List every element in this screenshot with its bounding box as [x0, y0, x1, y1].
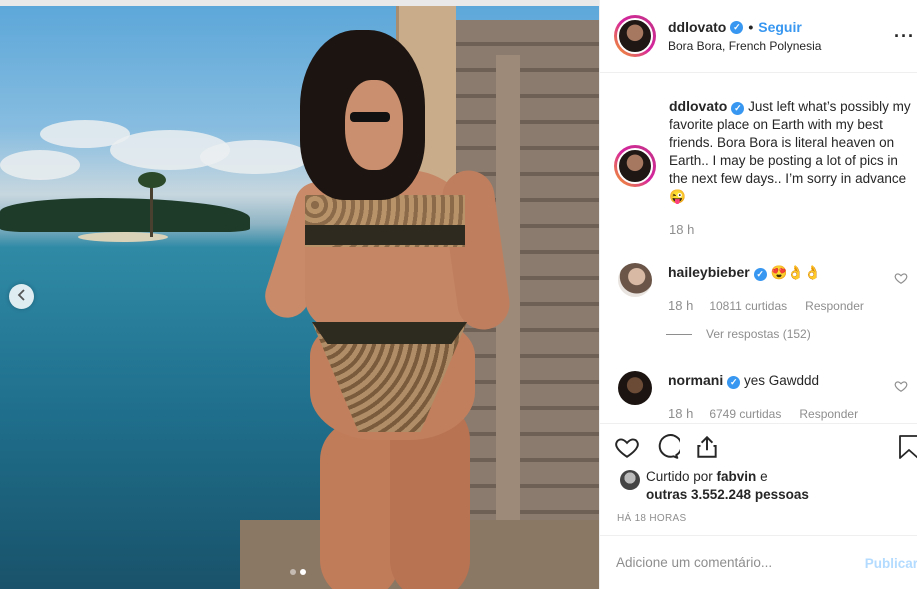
person-figure [259, 30, 530, 589]
post-caption: ddlovato ✓ Just left what’s possibly my f… [614, 97, 914, 237]
island [0, 198, 250, 232]
view-replies-label: Ver respostas (152) [706, 327, 811, 341]
comment-item: haileybieber ✓ 😍👌👌 18 h 10811 curtidas Re… [618, 263, 917, 313]
post-location[interactable]: Bora Bora, French Polynesia [668, 39, 821, 53]
comment-username[interactable]: normani [668, 372, 723, 388]
comment-likes[interactable]: 10811 curtidas [709, 299, 787, 313]
likes-summary[interactable]: Curtido por fabvin e outras 3.552.248 pe… [620, 468, 809, 504]
comment-text: 😍👌👌 [770, 265, 821, 280]
avatar [617, 148, 653, 184]
follow-button[interactable]: Seguir [758, 19, 802, 35]
reply-button[interactable]: Responder [805, 299, 864, 313]
carousel-dot-active [300, 569, 306, 575]
liked-by-prefix: Curtido por [646, 469, 717, 484]
post-header: ddlovato ✓ • Seguir Bora Bora, French Po… [600, 0, 917, 73]
avatar[interactable] [618, 263, 652, 297]
post-actions-area: Curtido por fabvin e outras 3.552.248 pe… [600, 423, 917, 535]
liked-by-middle: e [756, 469, 768, 484]
comment-time[interactable]: 18 h [668, 406, 693, 421]
swim-bottom-band [312, 322, 467, 344]
carousel-prev-button[interactable] [9, 284, 34, 309]
face [345, 80, 403, 170]
caption-time[interactable]: 18 h [669, 222, 914, 237]
post-timestamp[interactable]: HÁ 18 HORAS [617, 513, 686, 524]
bookmark-icon[interactable] [898, 434, 917, 463]
palm-tree-top [138, 172, 166, 188]
liked-by-others[interactable]: outras 3.552.248 pessoas [646, 487, 809, 502]
post-username[interactable]: ddlovato [668, 19, 726, 35]
heart-icon[interactable] [894, 379, 908, 393]
sunglasses [350, 112, 390, 122]
action-bar [614, 434, 720, 463]
palm-tree [150, 182, 153, 237]
liked-by-user[interactable]: fabvin [717, 469, 757, 484]
comment-likes[interactable]: 6749 curtidas [709, 407, 781, 421]
publish-button[interactable]: Publicar [865, 556, 917, 571]
carousel-dots [290, 569, 306, 575]
photo-top-strip [0, 0, 599, 6]
add-comment-bar: Publicar [600, 535, 917, 589]
caption-username[interactable]: ddlovato [669, 98, 727, 114]
verified-badge-icon: ✓ [727, 376, 741, 389]
carousel-dot [290, 569, 296, 575]
islet [78, 232, 168, 242]
more-options-icon[interactable]: ··· [894, 26, 915, 47]
cloud [0, 150, 80, 180]
comment-username[interactable]: haileybieber [668, 264, 750, 280]
comment-input[interactable] [616, 555, 856, 570]
comment-icon[interactable] [654, 434, 683, 463]
avatar[interactable] [618, 371, 652, 405]
story-ring[interactable] [614, 15, 656, 57]
heart-icon[interactable] [614, 434, 640, 463]
swim-top-band [305, 225, 465, 245]
chevron-left-icon [16, 289, 28, 304]
verified-badge-icon: ✓ [753, 268, 767, 281]
comments-section[interactable]: ddlovato ✓ Just left what’s possibly my f… [600, 73, 917, 423]
story-ring[interactable] [614, 145, 656, 187]
avatar[interactable] [620, 470, 640, 490]
share-icon[interactable] [694, 434, 720, 463]
separator: • [748, 19, 754, 35]
reply-button[interactable]: Responder [799, 407, 858, 421]
leg [320, 420, 400, 589]
comment-time[interactable]: 18 h [668, 298, 693, 313]
view-replies-button[interactable]: Ver respostas (152) [666, 327, 811, 341]
comment-text: yes Gawddd [744, 373, 820, 388]
verified-badge-icon: ✓ [730, 20, 744, 34]
divider [666, 333, 692, 335]
post-side-panel: ddlovato ✓ • Seguir Bora Bora, French Po… [599, 0, 917, 589]
heart-icon[interactable] [894, 271, 908, 285]
comment-item: normani ✓ yes Gawddd 18 h 6749 curtidas R… [618, 371, 917, 421]
caption-text: Just left what’s possibly my favorite pl… [669, 99, 911, 204]
verified-badge-icon: ✓ [731, 102, 745, 115]
post-photo[interactable] [0, 0, 599, 589]
avatar [617, 18, 653, 54]
